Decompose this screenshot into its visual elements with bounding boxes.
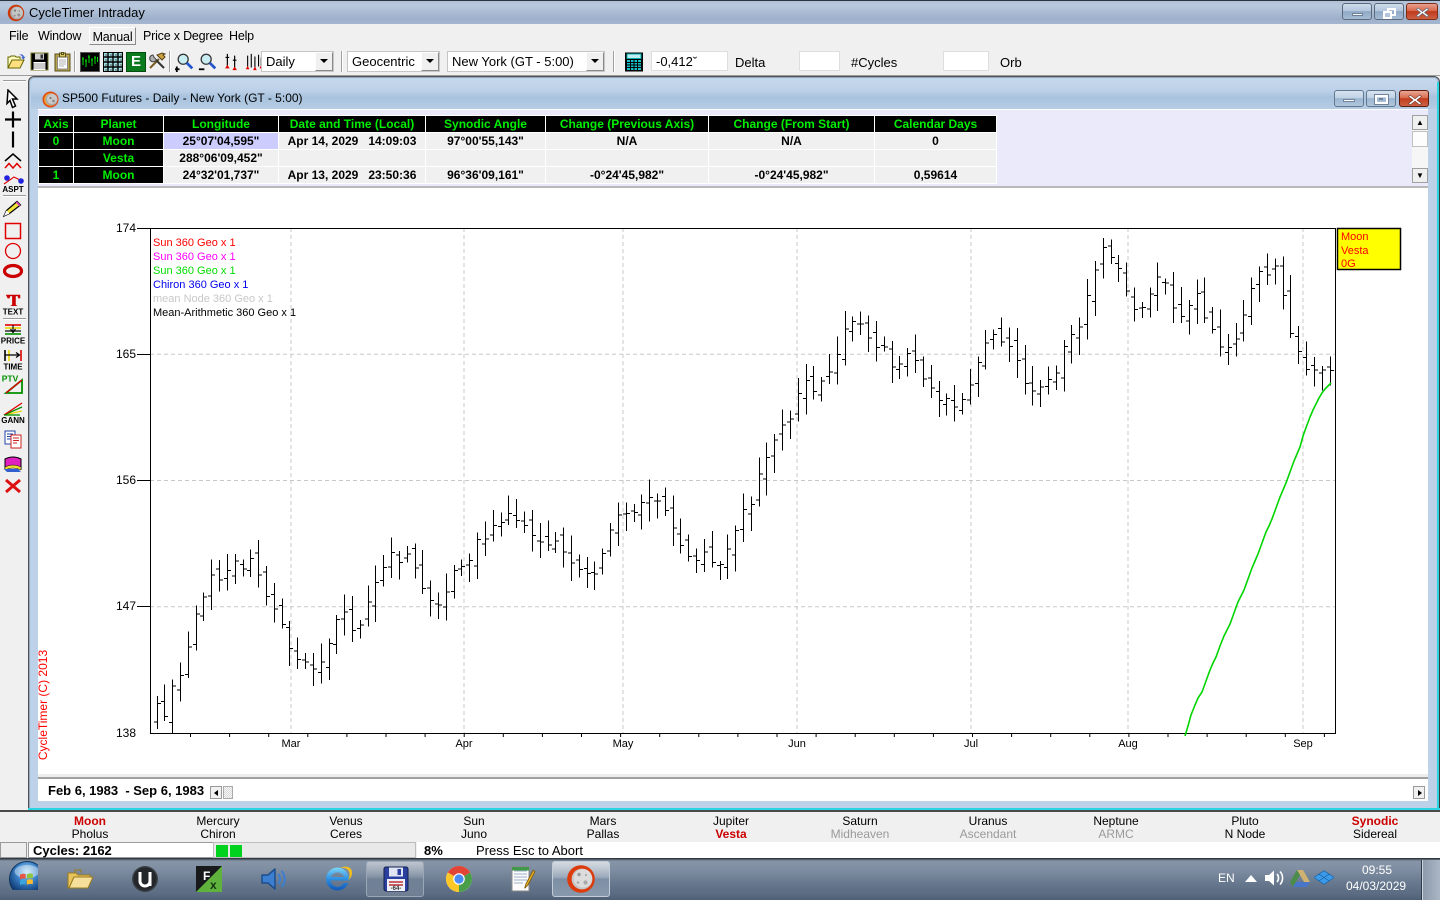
svg-text:PTV: PTV	[2, 374, 19, 384]
svg-text:mean Node 360 Geo x 1: mean Node 360 Geo x 1	[153, 293, 273, 305]
svg-text:Apr: Apr	[455, 738, 472, 750]
svg-text:TEXT: TEXT	[3, 308, 24, 317]
svg-text:GANN: GANN	[1, 416, 25, 424]
svg-text:CycleTimer (C) 2013: CycleTimer (C) 2013	[38, 650, 50, 761]
svg-text:174: 174	[116, 221, 136, 235]
svg-text:Chiron 360 Geo x 1: Chiron 360 Geo x 1	[153, 279, 248, 291]
svg-text:ASPT: ASPT	[2, 185, 23, 194]
svg-text:Sep: Sep	[1293, 738, 1313, 750]
svg-text:-64-: -64-	[391, 886, 402, 892]
svg-text:Aug: Aug	[1118, 738, 1138, 750]
svg-text:May: May	[613, 738, 634, 750]
svg-text:Mar: Mar	[282, 738, 301, 750]
svg-text:PRICE: PRICE	[1, 337, 26, 346]
svg-text:Vesta: Vesta	[1341, 245, 1369, 257]
svg-text:0G: 0G	[1341, 258, 1356, 270]
svg-text:Jul: Jul	[964, 738, 978, 750]
svg-text:Sun 360 Geo x 1: Sun 360 Geo x 1	[153, 237, 236, 249]
svg-text:156: 156	[116, 473, 136, 487]
svg-text:147: 147	[116, 599, 136, 613]
svg-text:138: 138	[116, 726, 136, 740]
svg-text:Mean-Arithmetic 360 Geo x 1: Mean-Arithmetic 360 Geo x 1	[153, 307, 296, 319]
svg-text:Sun 360 Geo x 1: Sun 360 Geo x 1	[153, 251, 236, 263]
svg-text:Moon: Moon	[1341, 231, 1369, 243]
svg-text:Sun 360 Geo x 1: Sun 360 Geo x 1	[153, 265, 236, 277]
svg-text:165: 165	[116, 347, 136, 361]
svg-text:Jun: Jun	[788, 738, 806, 750]
svg-text:TIME: TIME	[3, 363, 23, 372]
svg-text:x: x	[210, 878, 217, 892]
